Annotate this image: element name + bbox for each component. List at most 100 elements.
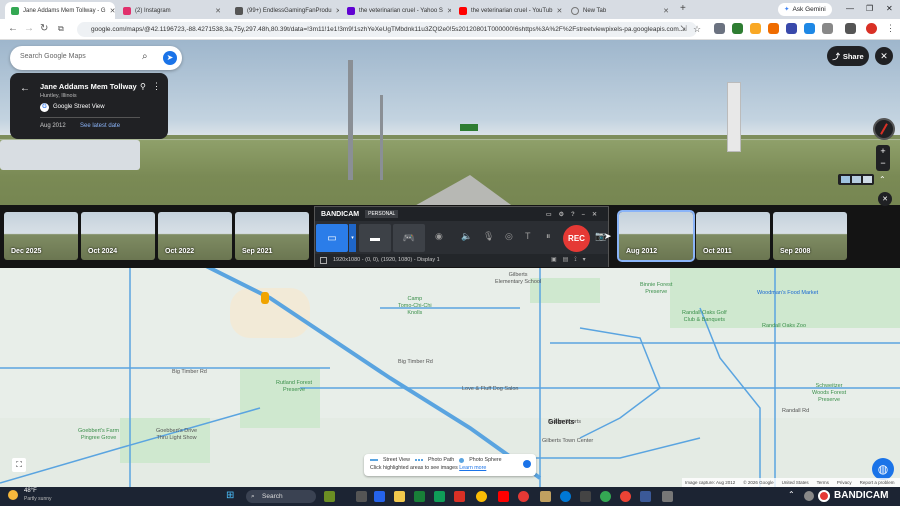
cursor-effect-icon[interactable]: ◎	[505, 231, 513, 242]
close-timeline-button[interactable]: ✕	[878, 192, 892, 206]
new-tab-button[interactable]: +	[680, 3, 686, 14]
close-window-icon[interactable]: ✕	[886, 4, 893, 13]
map-label-binnie[interactable]: Binnie Forest Preserve	[640, 282, 672, 296]
taskbar-search[interactable]: ⌕ Search	[246, 490, 316, 503]
extension-icon[interactable]	[714, 23, 725, 34]
privacy-link[interactable]: Privacy	[837, 480, 852, 485]
map-label-goebbert-drive[interactable]: Goebbert's Drive Thru Light Show	[156, 428, 197, 442]
tab-google-maps[interactable]: Jane Addams Mem Tollway - G ✕	[5, 2, 115, 19]
tab-endless-gaming[interactable]: (99+) EndlessGamingFanProdu ✕	[229, 2, 339, 19]
device-mode-button[interactable]: ▬	[359, 224, 391, 252]
report-problem-link[interactable]: Report a problem	[860, 480, 895, 485]
close-tab-icon[interactable]: ✕	[447, 7, 451, 15]
map-label-camp[interactable]: Camp Tomo-Chi-Chi Knolls	[398, 296, 432, 317]
location-pin-icon[interactable]: ⚲	[140, 82, 146, 91]
text-overlay-icon[interactable]: T	[525, 231, 531, 241]
chrome-icon[interactable]	[476, 491, 487, 502]
close-tab-icon[interactable]: ✕	[663, 7, 669, 15]
extension-icon[interactable]	[732, 23, 743, 34]
timeline-item[interactable]: Oct 2011	[696, 212, 770, 260]
forward-icon[interactable]: →	[24, 23, 34, 34]
tab-search-icon[interactable]: ⧉	[58, 24, 64, 34]
globe-icon[interactable]: ◍	[872, 458, 894, 480]
screen-mode-button[interactable]: ▭	[316, 224, 348, 252]
edge-icon[interactable]	[560, 491, 571, 502]
search-icon[interactable]: ⌕	[142, 51, 148, 62]
windows-start-icon[interactable]: ⊞	[226, 490, 234, 501]
chrome-menu-icon[interactable]: ⋮	[886, 23, 895, 34]
close-tab-icon[interactable]: ✕	[557, 7, 563, 15]
fullscreen-icon[interactable]: ⛶	[12, 458, 26, 472]
address-bar[interactable]: google.com/maps/@42.1196723,-88.4271538,…	[77, 22, 697, 37]
weather-icon[interactable]	[8, 490, 18, 500]
see-latest-date-link[interactable]: See latest date	[80, 123, 120, 129]
timeline-item[interactable]: Sep 2021	[235, 212, 309, 260]
speaker-icon[interactable]: 🔈	[461, 231, 472, 242]
back-icon[interactable]: ←	[8, 23, 18, 34]
timeline-item[interactable]: Sep 2008	[773, 212, 847, 260]
install-app-icon[interactable]: ⇲	[680, 24, 687, 33]
search-input[interactable]: Search Google Maps	[20, 53, 86, 60]
timeline-item[interactable]: Dec 2025	[4, 212, 78, 260]
bandicam-status-icons[interactable]: ▣▤⟟▾	[551, 254, 592, 267]
directions-icon[interactable]: ➤	[163, 51, 177, 65]
map-label-schweitzer[interactable]: Schweitzer Woods Forest Preserve	[812, 383, 846, 404]
reload-icon[interactable]: ↻	[40, 23, 48, 34]
game-mode-button[interactable]: 🎮	[393, 224, 425, 252]
zoom-out-button[interactable]: −	[876, 157, 890, 169]
close-street-view-button[interactable]: ✕	[875, 47, 893, 65]
file-explorer-icon[interactable]	[394, 491, 405, 502]
map-label-rutland[interactable]: Rutland Forest Preserve	[276, 380, 312, 394]
compass-icon[interactable]	[873, 118, 895, 140]
chrome-profile-icon[interactable]	[620, 491, 631, 502]
map-label-love-fluff[interactable]: Love & Fluff Dog Salon	[462, 386, 518, 393]
tab-yahoo-search[interactable]: the veterinarian cruel - Yahoo S ✕	[341, 2, 451, 19]
extensions-puzzle-icon[interactable]	[822, 23, 833, 34]
tray-chevron-icon[interactable]: ⌃	[788, 490, 795, 499]
powerpoint-icon[interactable]	[454, 491, 465, 502]
timeline-item-selected[interactable]: Aug 2012	[617, 210, 695, 262]
close-tab-icon[interactable]: ✕	[215, 7, 221, 15]
tab-instagram[interactable]: (2) Instagram ✕	[117, 2, 227, 19]
webcam-icon[interactable]: ◉	[435, 231, 443, 242]
map-label-elementary[interactable]: Gilberts Elementary School	[495, 272, 541, 286]
chrome-profile-icon[interactable]	[600, 491, 611, 502]
profile-avatar[interactable]	[866, 23, 877, 34]
extension-icon[interactable]	[804, 23, 815, 34]
record-button[interactable]: REC	[563, 225, 590, 252]
imagery-thumbnails[interactable]	[838, 174, 874, 185]
taskbar-app-icon[interactable]	[324, 491, 335, 502]
mode-dropdown-icon[interactable]: ▾	[349, 224, 356, 252]
timeline-item[interactable]: Oct 2024	[81, 212, 155, 260]
taskbar-app-icon[interactable]	[662, 491, 673, 502]
map-label-food-market[interactable]: Woodman's Food Market	[757, 290, 818, 297]
terms-link[interactable]: Terms	[817, 480, 829, 485]
taskbar-app-icon[interactable]	[640, 491, 651, 502]
map-label-gilberts-school[interactable]: Gilberts Town Center	[542, 438, 593, 445]
expand-up-icon[interactable]: ⌃	[879, 175, 886, 184]
task-view-icon[interactable]	[356, 491, 367, 502]
bandicam-icon[interactable]	[518, 491, 529, 502]
close-tab-icon[interactable]: ✕	[110, 7, 115, 15]
map-label-randall-zoo[interactable]: Randall Oaks Zoo	[762, 323, 806, 330]
taskbar-app-icon[interactable]	[434, 491, 445, 502]
taskbar-app-icon[interactable]	[540, 491, 551, 502]
maps-search-box[interactable]: Search Google Maps ⌕ ➤	[10, 46, 182, 70]
tab-youtube[interactable]: the veterinarian cruel - YouTub ✕	[453, 2, 563, 19]
map-label-goebbert-pumpkin[interactable]: Goebbert's Farm Pingree Grove	[78, 428, 119, 442]
back-arrow-icon[interactable]: ←	[20, 83, 30, 94]
extension-icon[interactable]	[768, 23, 779, 34]
country-link[interactable]: United States	[782, 480, 809, 485]
learn-more-link[interactable]: Learn more	[459, 465, 486, 471]
extension-icon[interactable]	[750, 23, 761, 34]
sidebar-icon[interactable]	[845, 23, 856, 34]
extension-icon[interactable]	[786, 23, 797, 34]
youtube-icon[interactable]	[498, 491, 509, 502]
minimize-icon[interactable]: —	[846, 4, 854, 13]
maximize-icon[interactable]: ❐	[866, 4, 873, 13]
zoom-in-button[interactable]: +	[876, 145, 890, 157]
taskbar-app-icon[interactable]	[580, 491, 591, 502]
timeline-item[interactable]: Oct 2022	[158, 212, 232, 260]
pegman-icon[interactable]	[261, 292, 269, 304]
taskbar-app-icon[interactable]	[374, 491, 385, 502]
